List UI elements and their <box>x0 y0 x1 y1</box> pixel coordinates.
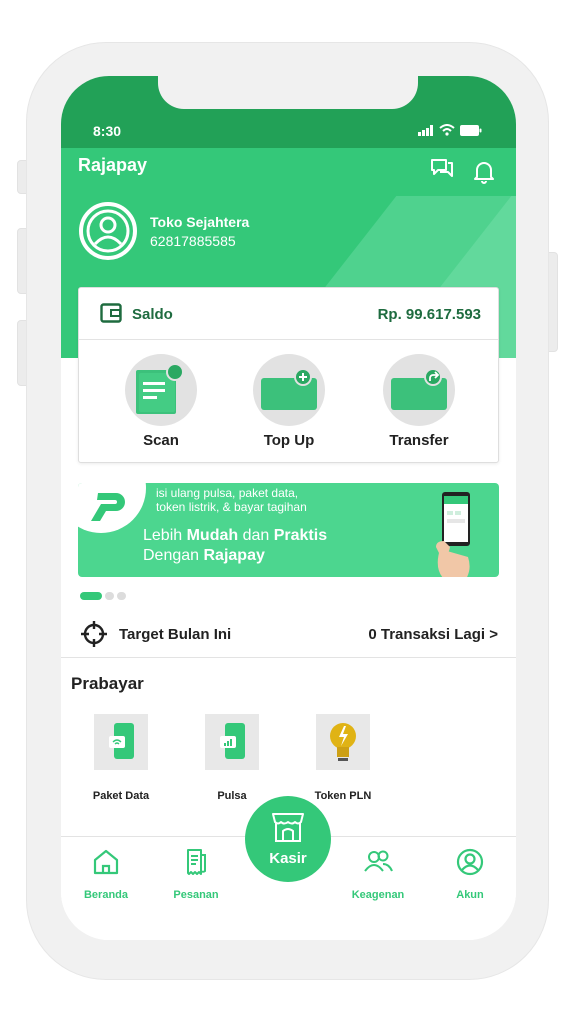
receipt-icon <box>187 849 206 875</box>
mockup-stage: 8:30 Rajapay Toko Sejahtera 62817885585 … <box>0 0 577 1024</box>
pulsa-item[interactable]: Pulsa <box>177 714 287 802</box>
wallet-icon <box>100 303 122 323</box>
saldo-label: Saldo <box>132 306 173 323</box>
banner-text-bold: Rajapay <box>203 547 265 564</box>
rajapay-logo-icon <box>91 493 125 521</box>
banner-subtext: isi ulang pulsa, paket data, token listr… <box>156 486 307 514</box>
balance-card: Saldo Rp. 99.617.593 Scan Top Up Transfe… <box>78 287 499 463</box>
target-link[interactable]: 0 Transaksi Lagi > <box>368 626 498 643</box>
chat-icon[interactable] <box>429 156 455 182</box>
scan-label: Scan <box>143 432 179 449</box>
app-header: Rajapay <box>61 148 516 196</box>
target-label: Target Bulan Ini <box>119 626 232 643</box>
home-icon <box>93 849 119 875</box>
status-icons <box>418 124 482 136</box>
transfer-icon <box>383 354 455 426</box>
kasir-button[interactable]: Kasir <box>245 796 331 882</box>
status-time: 8:30 <box>93 123 122 139</box>
pagination-dot-active[interactable] <box>80 592 102 600</box>
monthly-target-row[interactable]: Target Bulan Ini 0 Transaksi Lagi > <box>61 616 516 658</box>
wifi-icon <box>439 124 455 136</box>
banner-text: dan <box>238 527 274 544</box>
scan-icon <box>125 354 197 426</box>
top-up-icon <box>253 354 325 426</box>
top-up-button[interactable]: Top Up <box>239 354 339 449</box>
banner-text: Dengan <box>143 547 204 564</box>
banner-subtext-line2: token listrik, & bayar tagihan <box>156 500 307 514</box>
top-up-label: Top Up <box>263 432 315 449</box>
user-icon <box>86 209 130 253</box>
banner-headline-2: Dengan Rajapay <box>143 547 265 565</box>
app-title: Rajapay <box>78 155 148 175</box>
paket-data-item[interactable]: Paket Data <box>66 714 176 802</box>
battery-icon <box>460 124 482 136</box>
nav-beranda[interactable]: Beranda <box>61 847 151 901</box>
saldo-amount: Rp. 99.617.593 <box>377 306 481 323</box>
bell-icon[interactable] <box>471 159 497 185</box>
pagination-dot[interactable] <box>105 592 114 600</box>
rajapay-logo <box>78 483 146 533</box>
banner-pagination <box>80 592 126 600</box>
token-pln-item[interactable]: Token PLN <box>288 714 398 802</box>
kasir-label: Kasir <box>269 850 307 867</box>
lightbulb-icon <box>316 714 370 770</box>
phone-in-hand-image <box>436 492 470 577</box>
store-name: Toko Sejahtera <box>150 214 250 230</box>
avatar[interactable] <box>79 202 137 260</box>
nav-akun[interactable]: Akun <box>425 847 515 901</box>
banner-text-bold: Praktis <box>273 527 328 544</box>
scan-button[interactable]: Scan <box>111 354 211 449</box>
store-icon <box>272 813 304 842</box>
prabayar-title: Prabayar <box>71 674 144 693</box>
users-icon <box>364 850 393 872</box>
nav-label: Pesanan <box>173 889 219 901</box>
banner-subtext-line1: isi ulang pulsa, paket data, <box>156 486 299 500</box>
transfer-label: Transfer <box>389 432 449 449</box>
paket-data-icon <box>94 714 148 770</box>
pulsa-icon <box>205 714 259 770</box>
nav-label: Beranda <box>83 889 129 901</box>
nav-keagenan[interactable]: Keagenan <box>333 847 423 901</box>
banner-headline-1: Lebih Mudah dan Praktis <box>143 527 327 545</box>
pagination-dot[interactable] <box>117 592 126 600</box>
signal-icon <box>418 124 433 136</box>
transfer-button[interactable]: Transfer <box>369 354 469 449</box>
phone-side-button <box>548 252 558 352</box>
account-icon <box>456 848 484 876</box>
nav-pesanan[interactable]: Pesanan <box>151 847 241 901</box>
crosshair-icon <box>81 621 107 647</box>
phone-notch <box>158 76 418 109</box>
banner-text: Lebih <box>143 527 187 544</box>
saldo-row[interactable]: Saldo Rp. 99.617.593 <box>79 288 498 340</box>
nav-label: Keagenan <box>351 889 405 901</box>
banner-text-bold: Mudah <box>186 527 239 544</box>
nav-label: Akun <box>456 889 484 901</box>
status-bar: 8:30 <box>61 76 516 148</box>
paket-data-label: Paket Data <box>92 790 150 802</box>
phone-screen: 8:30 Rajapay Toko Sejahtera 62817885585 … <box>61 76 516 940</box>
promo-banner[interactable]: isi ulang pulsa, paket data, token listr… <box>78 483 499 577</box>
store-phone: 62817885585 <box>150 233 236 249</box>
